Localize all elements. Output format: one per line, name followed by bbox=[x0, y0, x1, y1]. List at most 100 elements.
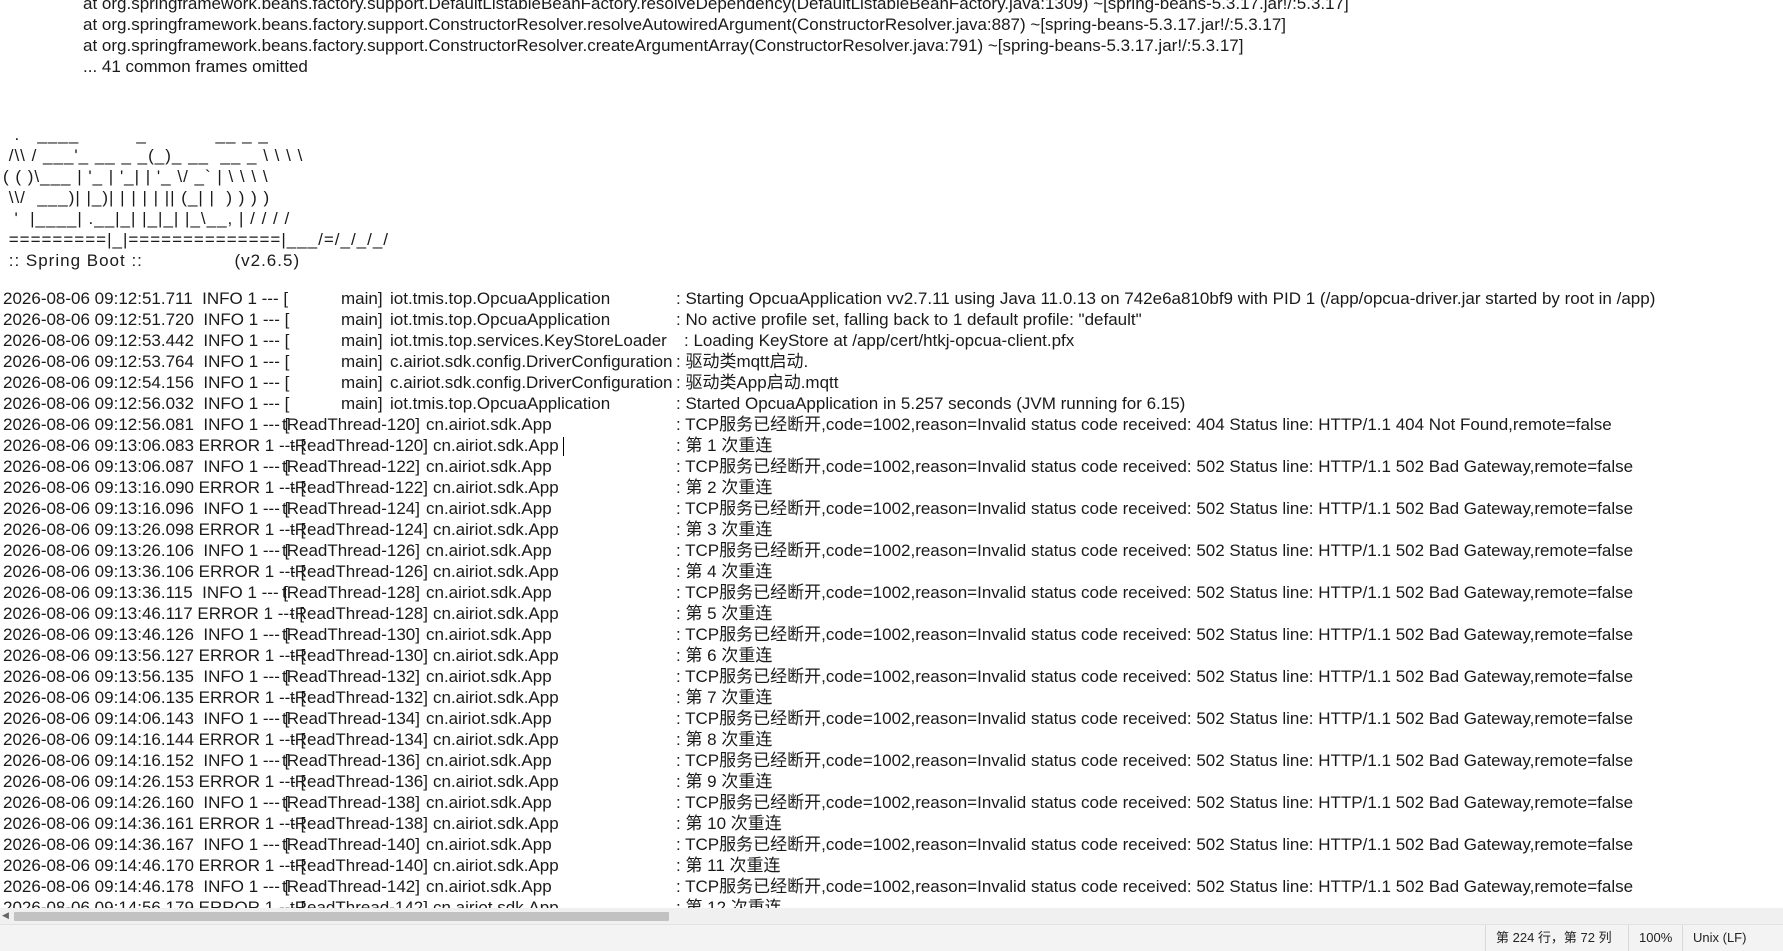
log-message: : TCP服务已经断开,code=1002,reason=Invalid sta… bbox=[676, 667, 1634, 686]
log-thread: tReadThread-130] bbox=[282, 625, 420, 644]
line-ending[interactable]: Unix (LF) bbox=[1682, 925, 1756, 951]
log-message: : Loading KeyStore at /app/cert/htkj-opc… bbox=[684, 331, 1075, 350]
log-prefix: 2026-08-06 09:13:06.083 ERROR 1 --- [ bbox=[3, 436, 306, 455]
log-thread: tReadThread-142] bbox=[290, 898, 428, 908]
log-prefix: 2026-08-06 09:13:36.106 ERROR 1 --- [ bbox=[3, 562, 306, 581]
text-editor-area[interactable]: at org.springframework.beans.factory.sup… bbox=[0, 0, 1783, 908]
banner-line: ' |____| .__|_| |_|_| |_\__, | / / / / bbox=[3, 209, 291, 228]
log-prefix: 2026-08-06 09:12:51.720 INFO 1 --- [ bbox=[3, 310, 290, 329]
log-logger: cn.airiot.sdk.App bbox=[433, 478, 559, 497]
banner-line: /\\ / ___'_ __ _ _(_)_ __ __ _ \ \ \ \ bbox=[3, 146, 304, 165]
trace-line: at org.springframework.beans.factory.sup… bbox=[83, 15, 1287, 34]
log-line: 2026-08-06 09:14:06.135 ERROR 1 --- [tRe… bbox=[3, 687, 1773, 708]
log-prefix: 2026-08-06 09:13:16.090 ERROR 1 --- [ bbox=[3, 478, 306, 497]
log-logger: cn.airiot.sdk.App bbox=[426, 667, 552, 686]
log-logger: cn.airiot.sdk.App bbox=[433, 772, 559, 791]
banner-line: . ____ _ __ _ _ bbox=[3, 125, 269, 144]
log-line: 2026-08-06 09:13:06.083 ERROR 1 --- [tRe… bbox=[3, 435, 1773, 456]
log-line: 2026-08-06 09:13:46.117 ERROR 1 --- [tRe… bbox=[3, 603, 1773, 624]
cursor-position[interactable]: 第 224 行，第 72 列 bbox=[1485, 925, 1622, 951]
log-prefix: 2026-08-06 09:12:53.442 INFO 1 --- [ bbox=[3, 331, 290, 350]
log-logger: iot.tmis.top.OpcuaApplication bbox=[390, 289, 611, 308]
horizontal-scrollbar[interactable]: ◀ bbox=[0, 908, 1783, 924]
log-line: 2026-08-06 09:14:46.170 ERROR 1 --- [tRe… bbox=[3, 855, 1773, 876]
log-line: 2026-08-06 09:14:36.167 INFO 1 --- [tRea… bbox=[3, 834, 1773, 855]
horizontal-scrollbar-thumb[interactable] bbox=[14, 912, 669, 921]
log-thread: tReadThread-136] bbox=[282, 751, 420, 770]
status-bar: 第 224 行，第 72 列 100% Unix (LF) bbox=[0, 924, 1783, 951]
log-message: : TCP服务已经断开,code=1002,reason=Invalid sta… bbox=[676, 457, 1634, 476]
log-thread: tReadThread-138] bbox=[282, 793, 420, 812]
log-prefix: 2026-08-06 09:14:06.135 ERROR 1 --- [ bbox=[3, 688, 306, 707]
log-line: 2026-08-06 09:14:16.152 INFO 1 --- [tRea… bbox=[3, 750, 1773, 771]
log-prefix: 2026-08-06 09:13:26.106 INFO 1 --- [ bbox=[3, 541, 290, 560]
log-logger: cn.airiot.sdk.App bbox=[426, 625, 552, 644]
log-message: : 第 2 次重连 bbox=[676, 478, 773, 497]
log-line: 2026-08-06 09:14:26.160 INFO 1 --- [tRea… bbox=[3, 792, 1773, 813]
log-logger: cn.airiot.sdk.App bbox=[426, 835, 552, 854]
log-message: : TCP服务已经断开,code=1002,reason=Invalid sta… bbox=[676, 499, 1634, 518]
log-thread: main] bbox=[341, 331, 383, 350]
banner-line: \\/ ___)| |_)| | | | | || (_| | ) ) ) ) bbox=[3, 188, 271, 207]
log-message: : 第 8 次重连 bbox=[676, 730, 773, 749]
log-prefix: 2026-08-06 09:13:56.127 ERROR 1 --- [ bbox=[3, 646, 306, 665]
log-prefix: 2026-08-06 09:14:56.179 ERROR 1 --- [ bbox=[3, 898, 306, 908]
trace-line: ... 41 common frames omitted bbox=[83, 57, 308, 76]
log-line: 2026-08-06 09:13:46.126 INFO 1 --- [tRea… bbox=[3, 624, 1773, 645]
trace-line: at org.springframework.beans.factory.sup… bbox=[83, 36, 1244, 55]
zoom-level[interactable]: 100% bbox=[1628, 925, 1682, 951]
log-thread: tReadThread-134] bbox=[282, 709, 420, 728]
log-line: 2026-08-06 09:13:56.135 INFO 1 --- [tRea… bbox=[3, 666, 1773, 687]
log-message: : TCP服务已经断开,code=1002,reason=Invalid sta… bbox=[676, 835, 1634, 854]
log-logger: iot.tmis.top.OpcuaApplication bbox=[390, 310, 611, 329]
log-prefix: 2026-08-06 09:13:16.096 INFO 1 --- [ bbox=[3, 499, 290, 518]
log-message: : 第 1 次重连 bbox=[676, 436, 773, 455]
log-line: 2026-08-06 09:13:36.115 INFO 1 --- [tRea… bbox=[3, 582, 1773, 603]
log-logger: cn.airiot.sdk.App bbox=[426, 457, 552, 476]
log-message: : TCP服务已经断开,code=1002,reason=Invalid sta… bbox=[676, 625, 1634, 644]
log-thread: tReadThread-138] bbox=[290, 814, 428, 833]
scroll-left-arrow-icon[interactable]: ◀ bbox=[2, 911, 12, 921]
log-thread: tReadThread-134] bbox=[290, 730, 428, 749]
log-thread: tReadThread-128] bbox=[282, 583, 420, 602]
log-line: 2026-08-06 09:14:46.178 INFO 1 --- [tRea… bbox=[3, 876, 1773, 897]
log-line: 2026-08-06 09:13:56.127 ERROR 1 --- [tRe… bbox=[3, 645, 1773, 666]
trace-line: at org.springframework.beans.factory.sup… bbox=[83, 0, 1349, 13]
log-line: 2026-08-06 09:14:06.143 INFO 1 --- [tRea… bbox=[3, 708, 1773, 729]
log-line: 2026-08-06 09:12:51.711 INFO 1 --- [main… bbox=[3, 288, 1773, 309]
log-line: 2026-08-06 09:13:26.098 ERROR 1 --- [tRe… bbox=[3, 519, 1773, 540]
log-message: : 驱动类mqtt启动. bbox=[676, 352, 809, 371]
log-logger: cn.airiot.sdk.App bbox=[433, 562, 559, 581]
log-line: 2026-08-06 09:14:26.153 ERROR 1 --- [tRe… bbox=[3, 771, 1773, 792]
log-message: : 驱动类App启动.mqtt bbox=[676, 373, 839, 392]
log-prefix: 2026-08-06 09:14:26.153 ERROR 1 --- [ bbox=[3, 772, 306, 791]
log-line: 2026-08-06 09:13:16.096 INFO 1 --- [tRea… bbox=[3, 498, 1773, 519]
log-line: 2026-08-06 09:14:16.144 ERROR 1 --- [tRe… bbox=[3, 729, 1773, 750]
log-message: : Starting OpcuaApplication vv2.7.11 usi… bbox=[676, 289, 1656, 308]
log-prefix: 2026-08-06 09:13:46.126 INFO 1 --- [ bbox=[3, 625, 290, 644]
log-logger: cn.airiot.sdk.App bbox=[426, 499, 552, 518]
log-logger: cn.airiot.sdk.App bbox=[433, 646, 559, 665]
log-thread: tReadThread-128] bbox=[290, 604, 428, 623]
log-message: : 第 10 次重连 bbox=[676, 814, 782, 833]
log-prefix: 2026-08-06 09:14:26.160 INFO 1 --- [ bbox=[3, 793, 290, 812]
log-thread: tReadThread-126] bbox=[290, 562, 428, 581]
log-logger: cn.airiot.sdk.App bbox=[426, 415, 552, 434]
log-thread: tReadThread-122] bbox=[290, 478, 428, 497]
log-line: 2026-08-06 09:13:26.106 INFO 1 --- [tRea… bbox=[3, 540, 1773, 561]
log-logger: c.airiot.sdk.config.DriverConfiguration bbox=[390, 352, 673, 371]
log-prefix: 2026-08-06 09:14:46.170 ERROR 1 --- [ bbox=[3, 856, 306, 875]
log-thread: tReadThread-132] bbox=[290, 688, 428, 707]
log-prefix: 2026-08-06 09:14:46.178 INFO 1 --- [ bbox=[3, 877, 290, 896]
log-thread: tReadThread-140] bbox=[282, 835, 420, 854]
log-message: : 第 9 次重连 bbox=[676, 772, 773, 791]
banner-line: =========|_|==============|___/=/_/_/_/ bbox=[3, 230, 390, 249]
log-logger: c.airiot.sdk.config.DriverConfiguration bbox=[390, 373, 673, 392]
log-logger: cn.airiot.sdk.App bbox=[426, 583, 552, 602]
log-line: 2026-08-06 09:13:06.087 INFO 1 --- [tRea… bbox=[3, 456, 1773, 477]
log-prefix: 2026-08-06 09:14:16.144 ERROR 1 --- [ bbox=[3, 730, 306, 749]
log-prefix: 2026-08-06 09:12:56.081 INFO 1 --- [ bbox=[3, 415, 290, 434]
log-message: : 第 11 次重连 bbox=[676, 856, 781, 875]
log-prefix: 2026-08-06 09:14:36.167 INFO 1 --- [ bbox=[3, 835, 290, 854]
log-prefix: 2026-08-06 09:13:46.117 ERROR 1 --- [ bbox=[3, 604, 305, 623]
